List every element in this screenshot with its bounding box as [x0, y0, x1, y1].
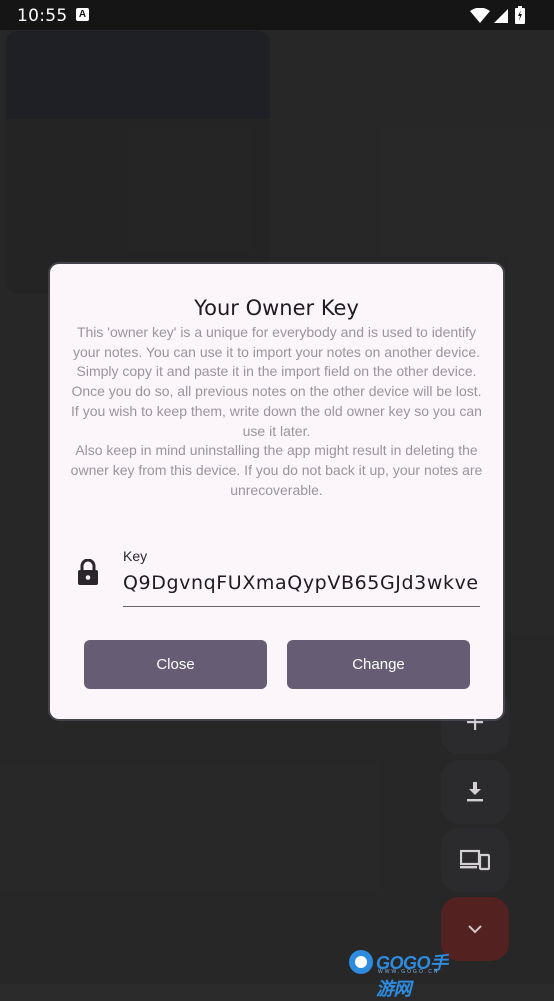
close-button[interactable]: Close — [84, 640, 267, 689]
body-paragraph: If you wish to keep them, write down the… — [71, 402, 482, 439]
battery-icon — [515, 6, 525, 24]
body-paragraph: This 'owner key' is a unique for everybo… — [72, 324, 481, 360]
status-bar: 10:55 A — [0, 0, 554, 30]
dialog-title: Your Owner Key — [194, 296, 359, 320]
wifi-icon — [470, 8, 490, 23]
watermark-text: GOGO手游网 — [376, 953, 448, 999]
owner-key-field[interactable]: Q9DgvnqFUXmaQypVB65GJd3wkveDB — [123, 570, 480, 607]
gogo-watermark: GOGO手游网 WWW.GOGO.CN — [349, 948, 457, 999]
body-paragraph: Simply copy it and paste it in the impor… — [71, 363, 482, 400]
dialog-body: This 'owner key' is a unique for everybo… — [68, 323, 485, 500]
key-field-label: Key — [123, 548, 148, 564]
lock-icon — [78, 559, 98, 585]
owner-key-dialog: Your Owner Key This 'owner key' is a uni… — [50, 264, 503, 719]
change-button[interactable]: Change — [287, 640, 470, 689]
body-paragraph: Also keep in mind uninstalling the app m… — [70, 442, 483, 498]
status-time: 10:55 — [17, 6, 68, 26]
watermark-logo-icon — [349, 950, 373, 974]
status-icons — [470, 6, 540, 24]
notification-a-icon: A — [76, 8, 89, 21]
watermark-subtext: WWW.GOGO.CN — [378, 969, 440, 975]
signal-icon — [494, 9, 508, 23]
owner-key-value[interactable]: Q9DgvnqFUXmaQypVB65GJd3wkveDB — [123, 572, 480, 594]
